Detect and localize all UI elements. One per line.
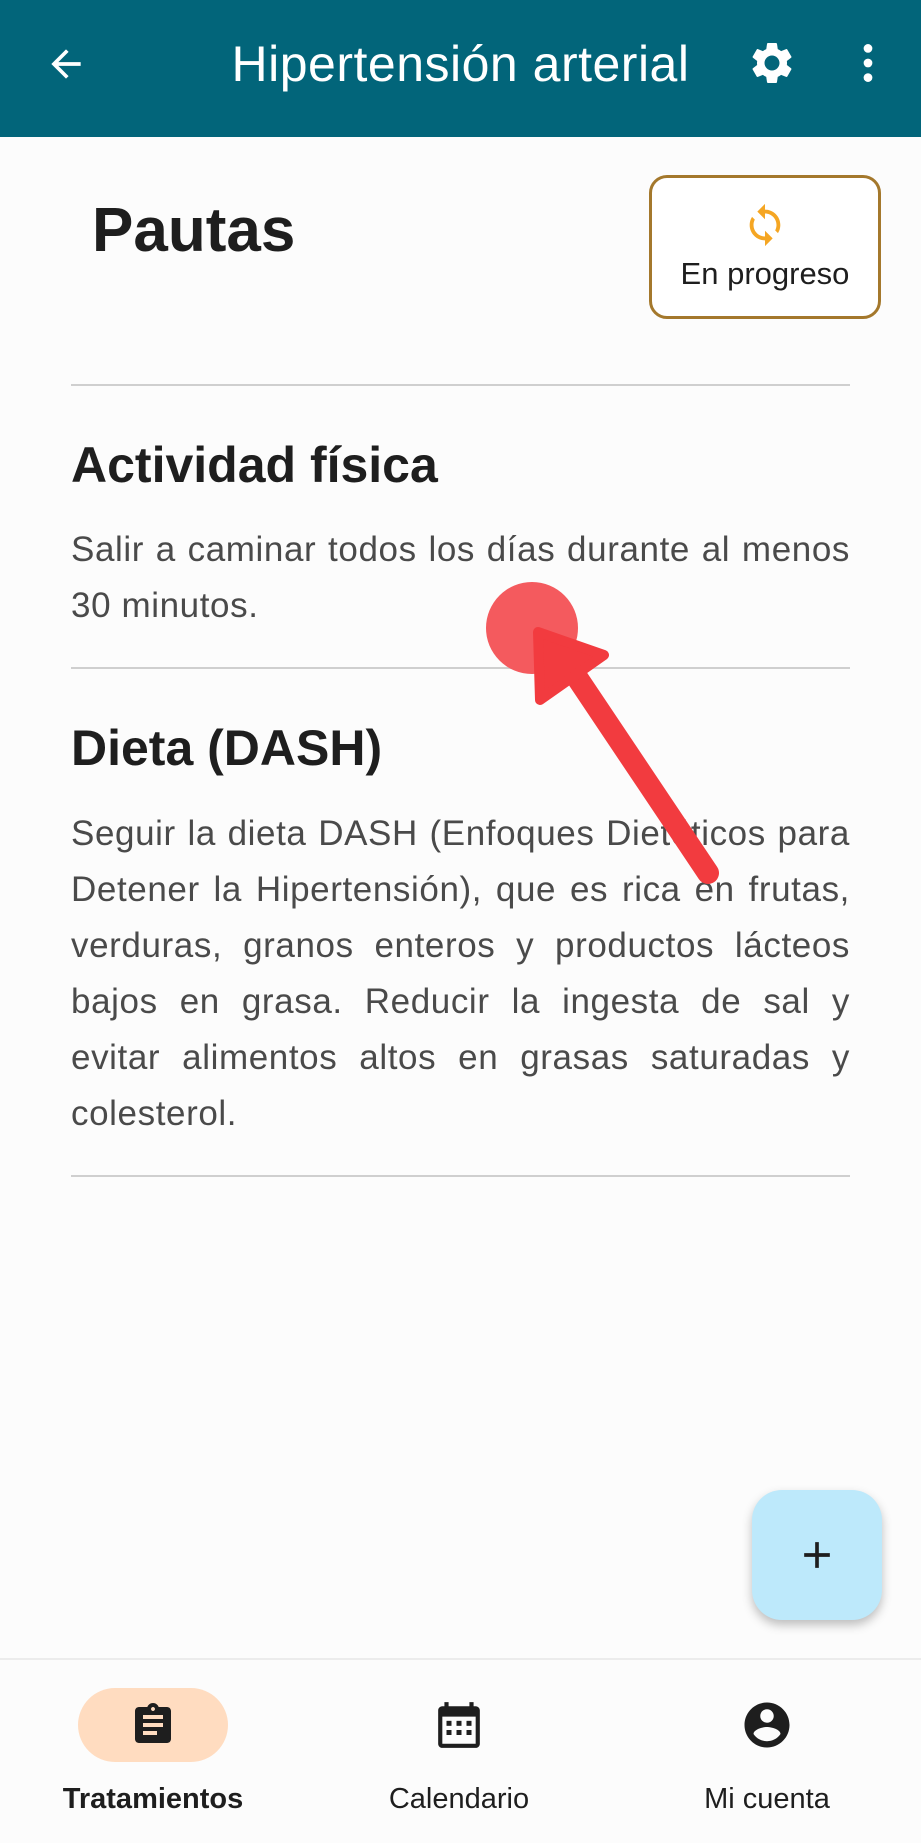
divider xyxy=(71,1175,850,1177)
sync-icon xyxy=(741,201,789,249)
gear-icon xyxy=(752,42,792,83)
calendar-icon xyxy=(438,1702,480,1748)
bottom-navigation: Tratamientos Calendario Mi cuenta xyxy=(0,1658,921,1843)
nav-item-tratamientos[interactable]: Tratamientos xyxy=(3,1688,303,1838)
nav-label: Tratamientos xyxy=(62,1783,244,1815)
divider xyxy=(71,667,850,669)
nav-indicator xyxy=(692,1688,842,1762)
section-title-actividad: Actividad física xyxy=(71,437,438,493)
status-label: En progreso xyxy=(680,256,850,291)
section-text-actividad: Salir a caminar todos los días durante a… xyxy=(71,530,850,625)
status-chip[interactable]: En progreso xyxy=(649,175,881,319)
app-bar: Hipertensión arterial xyxy=(0,0,921,137)
nav-indicator xyxy=(78,1688,228,1762)
more-vertical-icon xyxy=(863,44,873,82)
nav-item-calendario[interactable]: Calendario xyxy=(309,1688,609,1838)
annotation-arrow-head xyxy=(533,627,609,705)
plus-icon xyxy=(804,1542,830,1568)
account-circle-icon xyxy=(744,1702,790,1748)
clipboard-icon xyxy=(135,1703,171,1743)
nav-item-mi-cuenta[interactable]: Mi cuenta xyxy=(617,1688,917,1838)
add-button[interactable] xyxy=(752,1490,882,1620)
app-screen: Hipertensión arterial Pautas En progreso… xyxy=(0,0,921,1843)
divider xyxy=(71,384,850,386)
nav-indicator xyxy=(384,1688,534,1762)
settings-button[interactable] xyxy=(742,33,802,93)
section-text-dieta: Seguir la dieta DASH (Enfoques Dietético… xyxy=(71,814,850,1133)
nav-label: Mi cuenta xyxy=(704,1783,830,1815)
page-title: Pautas xyxy=(92,196,296,265)
section-title-dieta: Dieta (DASH) xyxy=(71,720,383,776)
nav-label: Calendario xyxy=(388,1783,530,1815)
more-options-button[interactable] xyxy=(838,33,898,93)
